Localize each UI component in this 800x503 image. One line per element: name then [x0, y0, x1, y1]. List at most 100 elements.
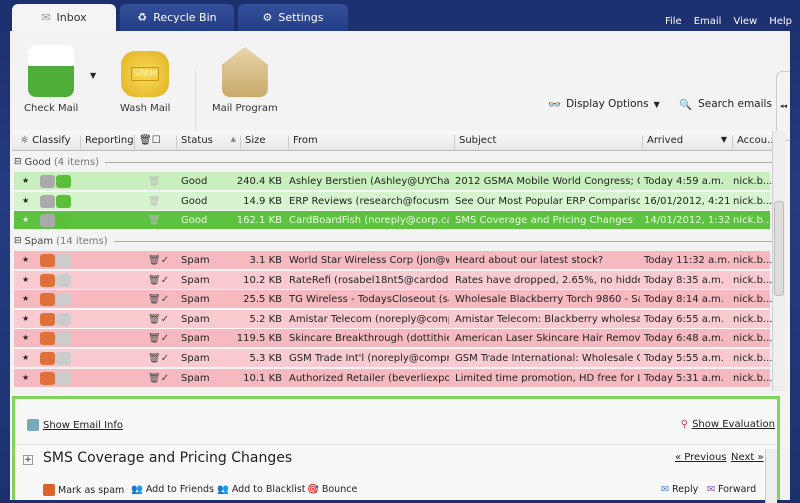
tab-recycle-bin[interactable]: ♻Recycle Bin: [120, 4, 234, 31]
show-email-info-link[interactable]: Show Email Info: [27, 419, 123, 431]
star-icon[interactable]: ★: [22, 215, 29, 224]
wash-mail-button[interactable]: SPAM Wash Mail: [120, 51, 170, 114]
menu-file[interactable]: File: [665, 16, 682, 27]
reply-button[interactable]: ✉Reply: [661, 484, 698, 495]
col-from[interactable]: From: [288, 135, 318, 149]
col-account[interactable]: Accou...: [732, 135, 777, 149]
trash-icon[interactable]: 🗑✓: [148, 314, 169, 325]
star-icon[interactable]: ★: [22, 353, 29, 362]
thumbs-down-icon[interactable]: [40, 313, 55, 326]
from-cell: Skincare Breakthrough (dottithieo@c...: [289, 333, 449, 344]
mail-program-button[interactable]: Mail Program: [212, 47, 278, 114]
col-subject[interactable]: Subject: [454, 135, 496, 149]
show-evaluation-link[interactable]: ⚲Show Evaluation: [681, 419, 775, 430]
add-to-friends-button[interactable]: 👥Add to Friends: [131, 484, 214, 495]
email-row[interactable]: ★ 🗑✓ Spam 5.2 KB Amistar Telecom (norepl…: [14, 310, 770, 329]
star-icon[interactable]: ★: [22, 314, 29, 323]
thumbs-up-icon[interactable]: [56, 352, 71, 365]
thumbs-up-icon[interactable]: [56, 195, 71, 208]
trash-icon[interactable]: 🗑✓: [148, 275, 169, 286]
trash-icon[interactable]: 🗑: [148, 196, 161, 207]
thumbs-up-icon[interactable]: [56, 313, 71, 326]
group-spam[interactable]: ⊟Spam(14 items): [12, 232, 772, 250]
previous-link[interactable]: « Previous: [675, 452, 727, 463]
email-row[interactable]: ★ 🗑✓ Spam 25.5 KB TG Wireless - TodaysCl…: [14, 290, 770, 309]
thumbs-down-icon[interactable]: [40, 274, 55, 287]
thumbs-down-icon[interactable]: [40, 214, 55, 227]
email-row[interactable]: ★ 🗑✓ Spam 10.2 KB RateRefi (rosabel18nt5…: [14, 271, 770, 290]
trash-icon[interactable]: 🗑✓: [148, 353, 169, 364]
col-size[interactable]: Size: [240, 135, 266, 149]
from-cell: Ashley Berstien (Ashley@UYCharters....: [289, 176, 449, 187]
col-delete[interactable]: 🗑☐: [134, 135, 161, 149]
scrollbar-thumb[interactable]: [774, 201, 784, 296]
menu-email[interactable]: Email: [694, 16, 722, 27]
thumbs-up-icon[interactable]: [56, 332, 71, 345]
thumbs-up-icon[interactable]: [56, 254, 71, 267]
thumbs-up-icon[interactable]: [56, 372, 71, 385]
check-mail-button[interactable]: Check Mail: [24, 45, 78, 114]
col-classify[interactable]: ☼ Classify: [16, 135, 71, 149]
forward-button[interactable]: ✉Forward: [707, 484, 756, 495]
chevron-down-icon: ▼: [654, 100, 660, 111]
email-row[interactable]: ★ 🗑✓ Spam 119.5 KB Skincare Breakthrough…: [14, 329, 770, 348]
trash-icon[interactable]: 🗑✓: [148, 333, 169, 344]
group-good[interactable]: ⊟Good(4 items): [12, 153, 772, 171]
email-row[interactable]: ★ 🗑✓ Spam 3.1 KB World Star Wireless Cor…: [14, 251, 770, 270]
trash-icon[interactable]: 🗑✓: [148, 294, 169, 305]
check-mail-dropdown[interactable]: ▼: [90, 71, 96, 80]
list-scrollbar[interactable]: [772, 131, 785, 391]
arrived-cell: Today 4:59 a.m.: [644, 176, 730, 187]
mark-as-spam-button[interactable]: Mark as spam: [43, 484, 124, 496]
thumbs-down-icon[interactable]: [40, 332, 55, 345]
bounce-button[interactable]: 🎯Bounce: [307, 484, 357, 495]
star-icon[interactable]: ★: [22, 294, 29, 303]
star-icon[interactable]: ★: [22, 255, 29, 264]
next-link[interactable]: Next »: [731, 452, 764, 463]
size-cell: 240.4 KB: [220, 176, 282, 187]
thumbs-down-icon[interactable]: [40, 195, 55, 208]
email-row[interactable]: ★ 🗑 Good 162.1 KB CardBoardFish (noreply…: [14, 211, 770, 230]
thumbs-down-icon[interactable]: [40, 372, 55, 385]
tab-settings[interactable]: ⚙Settings: [238, 4, 348, 31]
add-to-blacklist-button[interactable]: 👥Add to Blacklist: [217, 484, 305, 495]
star-icon[interactable]: ★: [22, 176, 29, 185]
thumbs-down-icon[interactable]: [40, 352, 55, 365]
status-cell: Spam: [181, 294, 210, 305]
col-status[interactable]: Status▲: [176, 135, 238, 149]
trash-icon[interactable]: 🗑: [148, 215, 161, 226]
tab-inbox[interactable]: ✉Inbox: [12, 4, 116, 31]
col-arrived[interactable]: Arrived▼: [642, 135, 730, 149]
blacklist-icon: 👥: [217, 484, 229, 495]
thumbs-down-icon[interactable]: [40, 254, 55, 267]
from-cell: Authorized Retailer (beverliexpov3lb...: [289, 373, 449, 384]
thumbs-down-icon[interactable]: [40, 175, 55, 188]
trash-icon[interactable]: 🗑✓: [148, 255, 169, 266]
expand-icon[interactable]: +: [23, 455, 33, 465]
thumbs-up-icon[interactable]: [56, 274, 71, 287]
email-row[interactable]: ★ 🗑 Good 14.9 KB ERP Reviews (research@f…: [14, 192, 770, 211]
display-options-button[interactable]: 👓Display Options▼: [548, 98, 660, 111]
star-icon[interactable]: ★: [22, 275, 29, 284]
menu-help[interactable]: Help: [769, 16, 792, 27]
thumbs-up-icon[interactable]: [56, 175, 71, 188]
col-reporting[interactable]: Reporting: [80, 135, 134, 149]
star-icon[interactable]: ★: [22, 196, 29, 205]
menu-view[interactable]: View: [733, 16, 757, 27]
trash-icon[interactable]: 🗑✓: [148, 373, 169, 384]
star-icon[interactable]: ★: [22, 373, 29, 382]
preview-scrollbar[interactable]: [765, 449, 777, 503]
subject-cell: Limited time promotion, HD free for Life…: [455, 373, 640, 384]
thumbs-down-icon[interactable]: [40, 293, 55, 306]
search-emails-button[interactable]: 🔍Search emails: [679, 98, 772, 111]
email-row[interactable]: ★ 🗑✓ Spam 5.3 KB GSM Trade Int'l (norepl…: [14, 349, 770, 368]
star-icon[interactable]: ★: [22, 333, 29, 342]
trash-icon[interactable]: 🗑: [148, 176, 161, 187]
thumbs-up-icon[interactable]: [56, 214, 71, 227]
thumbs-up-icon[interactable]: [56, 293, 71, 306]
email-row[interactable]: ★ 🗑✓ Spam 10.1 KB Authorized Retailer (b…: [14, 369, 770, 388]
classify-buttons: [40, 313, 72, 326]
evaluation-icon: ⚲: [681, 419, 688, 430]
status-cell: Spam: [181, 314, 210, 325]
email-row[interactable]: ★ 🗑 Good 240.4 KB Ashley Berstien (Ashle…: [14, 172, 770, 191]
